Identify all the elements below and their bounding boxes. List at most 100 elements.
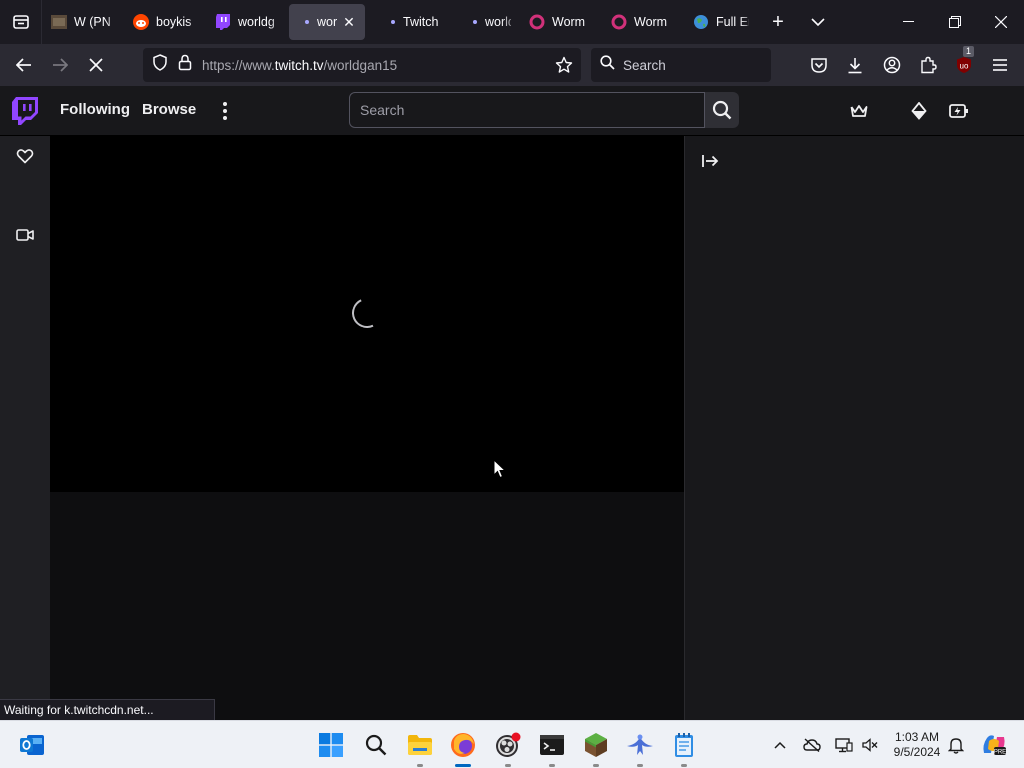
crown-icon	[850, 105, 868, 117]
browser-tab[interactable]: boykis	[125, 4, 205, 40]
firefox-app-button[interactable]	[447, 729, 479, 767]
browser-tab[interactable]: Twitch	[367, 4, 447, 40]
tab-strip: W (PN boykis worldg wor ✕ Twitch worldg …	[0, 0, 1024, 44]
tab-label: wor	[317, 15, 338, 29]
dot-icon	[471, 14, 479, 30]
obs-studio-app-button[interactable]	[492, 729, 524, 767]
close-window-button[interactable]	[978, 0, 1024, 44]
restore-button[interactable]	[932, 0, 978, 44]
app-menu-button[interactable]	[985, 50, 1015, 80]
minecraft-grass-block-icon	[585, 733, 607, 757]
followed-channels-button[interactable]	[13, 144, 37, 168]
channel-info-area	[50, 492, 684, 720]
close-tab-icon[interactable]: ✕	[343, 14, 355, 31]
notepad-app-button[interactable]	[668, 729, 700, 767]
turbo-button[interactable]	[947, 99, 971, 123]
forward-arrow-icon	[53, 58, 68, 72]
lock-icon[interactable]	[178, 54, 192, 76]
network-tray-icon[interactable]	[834, 735, 854, 755]
pocket-button[interactable]	[804, 50, 834, 80]
address-bar[interactable]: https://www.twitch.tv/worldgan15	[143, 48, 581, 82]
twitch-glitch-icon	[12, 97, 38, 125]
running-indicator	[549, 764, 555, 767]
downloads-button[interactable]	[840, 50, 870, 80]
windows-taskbar: 1:03 AM 9/5/2024 PRE	[0, 720, 1024, 768]
running-indicator	[505, 764, 511, 767]
minimize-icon	[903, 21, 914, 22]
running-indicator	[593, 764, 599, 767]
running-indicator	[637, 764, 643, 767]
get-bits-button[interactable]	[907, 99, 931, 123]
more-options-button[interactable]	[218, 100, 232, 122]
forward-button[interactable]	[42, 47, 78, 83]
firefox-view-button[interactable]	[0, 0, 42, 44]
browser-tab[interactable]: Full En	[685, 4, 757, 40]
account-button[interactable]	[877, 50, 907, 80]
browser-tab[interactable]: Worm	[603, 4, 683, 40]
clock-time: 1:03 AM	[894, 730, 940, 744]
recommended-channels-button[interactable]	[13, 223, 37, 247]
extensions-button[interactable]	[913, 50, 943, 80]
twitch-search-input[interactable]	[349, 92, 705, 128]
outlook-icon	[20, 735, 44, 755]
loading-spinner-icon	[347, 293, 387, 333]
nav-browse-link[interactable]: Browse	[142, 101, 196, 118]
heart-icon	[16, 149, 34, 164]
bits-gem-icon	[911, 102, 927, 120]
notepad-icon	[675, 733, 693, 757]
show-hidden-icons-button[interactable]	[770, 735, 790, 755]
more-dot	[223, 102, 227, 106]
svg-text:uo: uo	[960, 62, 969, 71]
volume-tray-icon[interactable]	[860, 735, 880, 755]
video-player[interactable]	[50, 136, 684, 492]
windows-logo-icon	[319, 733, 343, 757]
prime-loot-button[interactable]	[847, 99, 871, 123]
onedrive-tray-icon[interactable]	[802, 735, 822, 755]
extension-badge-count: 1	[963, 46, 975, 57]
back-button[interactable]	[6, 47, 42, 83]
list-all-tabs-button[interactable]	[798, 0, 838, 44]
browser-tab[interactable]: Worm	[521, 4, 601, 40]
web-search-box[interactable]: Search	[591, 48, 771, 82]
expand-chat-button[interactable]	[699, 150, 721, 172]
sky-app-button[interactable]	[624, 729, 656, 767]
notifications-button[interactable]	[946, 735, 966, 755]
twitch-search-button[interactable]	[705, 92, 739, 128]
browser-tab[interactable]: W (PN	[43, 4, 123, 40]
nav-following-link[interactable]: Following	[60, 101, 130, 118]
tracking-protection-shield-icon[interactable]	[152, 54, 168, 76]
turbo-battery-icon	[949, 104, 968, 118]
stop-loading-button[interactable]	[78, 47, 114, 83]
ublock-shield-icon: uo	[957, 57, 971, 73]
copilot-button[interactable]: PRE	[978, 729, 1010, 761]
search-taskbar-button[interactable]	[360, 729, 392, 761]
ublock-origin-button[interactable]: uo 1	[949, 46, 979, 80]
new-tab-button[interactable]: +	[758, 0, 798, 44]
browser-tab[interactable]: worldg	[449, 4, 519, 40]
more-dot	[223, 116, 227, 120]
file-explorer-app-button[interactable]	[404, 729, 436, 767]
browser-tab[interactable]: worldg	[207, 4, 287, 40]
chevron-down-icon	[811, 18, 825, 27]
ring-icon	[611, 14, 627, 30]
firefox-view-icon	[12, 15, 29, 29]
bookmark-star-icon[interactable]	[555, 56, 573, 79]
outlook-app-button[interactable]	[16, 729, 48, 761]
side-nav-collapsed	[0, 136, 50, 720]
twitch-logo[interactable]	[12, 97, 38, 130]
tab-label: Worm	[634, 15, 668, 29]
system-clock[interactable]: 1:03 AM 9/5/2024	[884, 730, 950, 760]
web-search-placeholder: Search	[623, 57, 666, 73]
more-dot	[223, 109, 227, 113]
browser-tab-active[interactable]: wor ✕	[289, 4, 365, 40]
plus-icon: +	[772, 10, 784, 33]
terminal-app-button[interactable]	[536, 729, 568, 767]
minecraft-app-button[interactable]	[580, 729, 612, 767]
url-text: https://www.twitch.tv/worldgan15	[202, 57, 398, 73]
reddit-icon	[133, 14, 149, 30]
tab-label: Worm	[552, 15, 586, 29]
collapse-arrow-icon	[702, 155, 719, 167]
start-button[interactable]	[315, 729, 347, 761]
minimize-button[interactable]	[886, 0, 932, 44]
download-icon	[848, 57, 862, 73]
